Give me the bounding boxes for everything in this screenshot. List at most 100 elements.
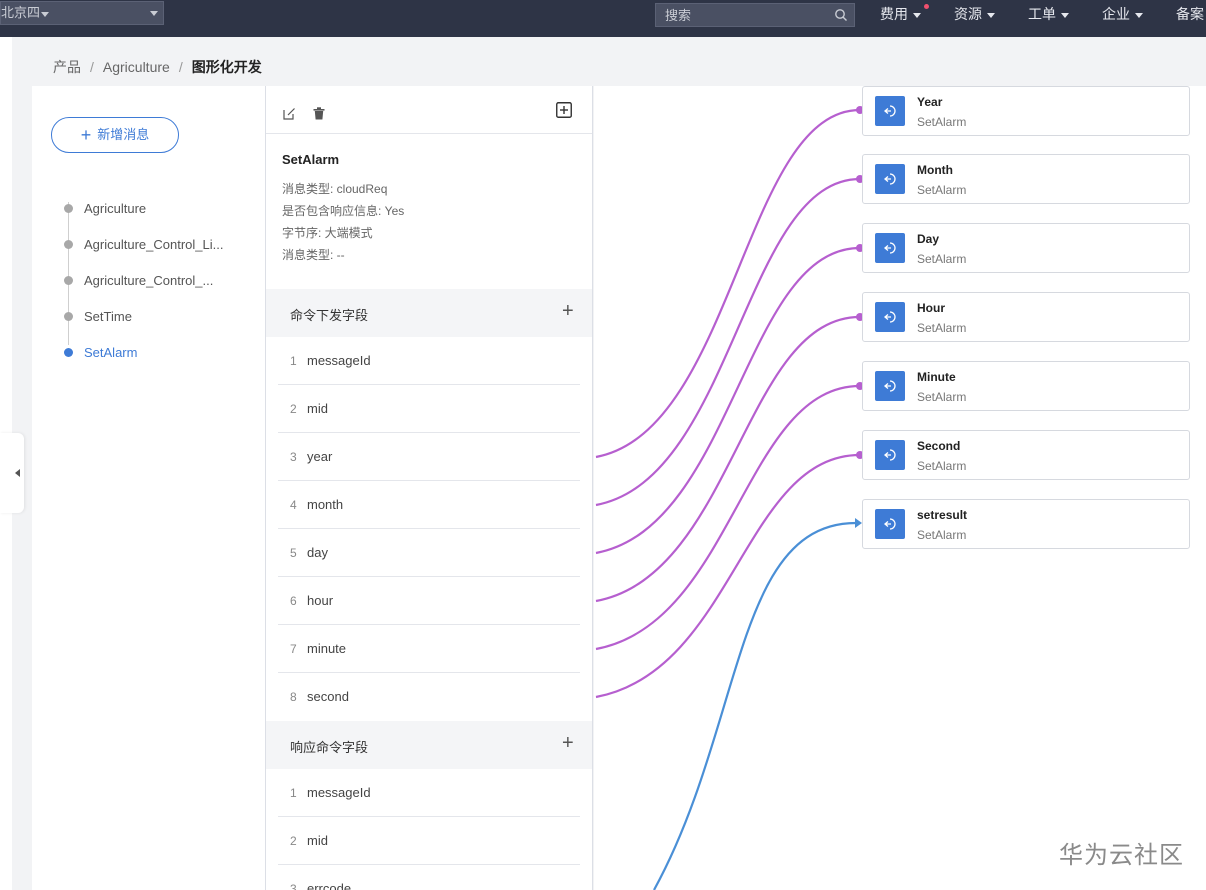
connection-wires [595, 106, 864, 890]
nav-filing[interactable]: 备案 [1176, 5, 1204, 23]
search-input[interactable] [656, 4, 826, 26]
sidebar-collapse-toggle[interactable] [0, 433, 24, 513]
node-name: Second [917, 439, 961, 453]
node-setresult[interactable]: setresult SetAlarm [862, 499, 1190, 549]
field-name: minute [307, 641, 347, 656]
expand-icon[interactable] [556, 102, 572, 118]
node-year[interactable]: Year SetAlarm [862, 86, 1190, 136]
node-minute[interactable]: Minute SetAlarm [862, 361, 1190, 411]
command-field-row[interactable]: 1 messageId [278, 337, 580, 385]
wire-minute [595, 384, 861, 651]
nav-resources[interactable]: 资源 [954, 5, 995, 23]
field-name: mid [307, 833, 328, 848]
chevron-down-icon [1135, 12, 1143, 18]
message-item-control-light[interactable]: Agriculture_Control_Li... [64, 236, 254, 256]
search-icon[interactable] [834, 8, 848, 22]
input-arrow-icon [875, 509, 905, 539]
command-field-row[interactable]: 5 day [278, 529, 580, 577]
field-name: day [307, 545, 328, 560]
message-item-settime[interactable]: SetTime [64, 308, 254, 328]
response-field-row[interactable]: 2 mid [278, 817, 580, 865]
detail-toolbar [266, 86, 592, 134]
field-index: 1 [290, 354, 297, 368]
tree-bullet [64, 348, 73, 357]
input-arrow-icon [875, 233, 905, 263]
delete-icon[interactable] [313, 107, 325, 120]
tree-bullet [64, 276, 73, 285]
node-message: SetAlarm [917, 528, 967, 542]
region-selector[interactable]: 北京四 [0, 1, 164, 25]
wire-second [595, 453, 861, 699]
message-detail-line: 字节序: 大端模式 [282, 226, 373, 240]
message-item-label: Agriculture_Control_... [84, 273, 214, 288]
node-message: SetAlarm [917, 183, 967, 197]
node-name: Year [917, 95, 943, 109]
command-fields-header: 命令下发字段 + [266, 289, 592, 337]
message-item-label: Agriculture [84, 201, 147, 216]
tree-bullet [64, 240, 73, 249]
arrow-icon [855, 518, 862, 528]
node-hour[interactable]: Hour SetAlarm [862, 292, 1190, 342]
field-name: year [307, 449, 333, 464]
wire-hour [595, 315, 861, 603]
breadcrumb-products[interactable]: 产品 [53, 59, 81, 75]
message-item-agriculture[interactable]: Agriculture [64, 200, 254, 220]
node-second[interactable]: Second SetAlarm [862, 430, 1190, 480]
field-index: 3 [290, 450, 297, 464]
node-name: Hour [917, 301, 945, 315]
message-detail-line: 是否包含响应信息: Yes [282, 204, 405, 218]
field-index: 4 [290, 498, 297, 512]
input-arrow-icon [875, 164, 905, 194]
tree-bullet [64, 204, 73, 213]
plus-icon: + [80, 125, 92, 145]
nav-tickets-label: 工单 [1028, 6, 1056, 22]
field-name: month [307, 497, 344, 512]
command-field-row[interactable]: 8 second [278, 673, 580, 721]
command-field-row[interactable]: 6 hour [278, 577, 580, 625]
add-command-field-button[interactable]: + [562, 299, 574, 323]
node-month[interactable]: Month SetAlarm [862, 154, 1190, 204]
field-index: 3 [290, 882, 297, 890]
input-arrow-icon [875, 371, 905, 401]
command-field-row[interactable]: 3 year [278, 433, 580, 481]
search-box [655, 3, 855, 27]
node-message: SetAlarm [917, 459, 967, 473]
chevron-down-icon [1061, 12, 1069, 18]
message-list-panel: + 新增消息 Agriculture Agriculture_Control_Li… [32, 86, 265, 890]
watermark: 华为云社区 [1059, 842, 1184, 869]
command-field-row[interactable]: 7 minute [278, 625, 580, 673]
input-arrow-icon [875, 302, 905, 332]
breadcrumb: 产品 / Agriculture / 图形化开发 [53, 58, 262, 76]
command-field-row[interactable]: 2 mid [278, 385, 580, 433]
message-item-setalarm[interactable]: SetAlarm [64, 344, 254, 364]
nav-billing[interactable]: 费用 [880, 4, 929, 23]
breadcrumb-agriculture[interactable]: Agriculture [103, 59, 170, 75]
response-field-row[interactable]: 3 errcode [278, 865, 580, 890]
command-field-row[interactable]: 4 month [278, 481, 580, 529]
node-message: SetAlarm [917, 115, 967, 129]
chevron-down-icon [41, 12, 49, 17]
chevron-down-icon [150, 11, 158, 16]
notification-dot [924, 4, 929, 9]
message-item-control[interactable]: Agriculture_Control_... [64, 272, 254, 292]
wire-setresult [653, 521, 857, 890]
response-fields-title: 响应命令字段 [290, 740, 369, 755]
add-response-field-button[interactable]: + [562, 731, 574, 755]
edit-icon[interactable] [283, 107, 296, 120]
nav-enterprise-label: 企业 [1102, 6, 1130, 22]
node-message: SetAlarm [917, 390, 967, 404]
field-name: messageId [307, 785, 371, 800]
nav-tickets[interactable]: 工单 [1028, 5, 1069, 23]
message-detail-panel: SetAlarm 消息类型: cloudReq 是否包含响应信息: Yes 字节… [265, 86, 593, 890]
field-name: messageId [307, 353, 371, 368]
nav-enterprise[interactable]: 企业 [1102, 5, 1143, 23]
chevron-down-icon [987, 12, 995, 18]
add-message-button[interactable]: + 新增消息 [51, 117, 179, 153]
nav-billing-label: 费用 [880, 6, 908, 22]
node-day[interactable]: Day SetAlarm [862, 223, 1190, 273]
field-name: second [307, 689, 349, 704]
chevron-down-icon [913, 12, 921, 18]
tree-bullet [64, 312, 73, 321]
message-item-label: Agriculture_Control_Li... [84, 237, 224, 252]
response-field-row[interactable]: 1 messageId [278, 769, 580, 817]
